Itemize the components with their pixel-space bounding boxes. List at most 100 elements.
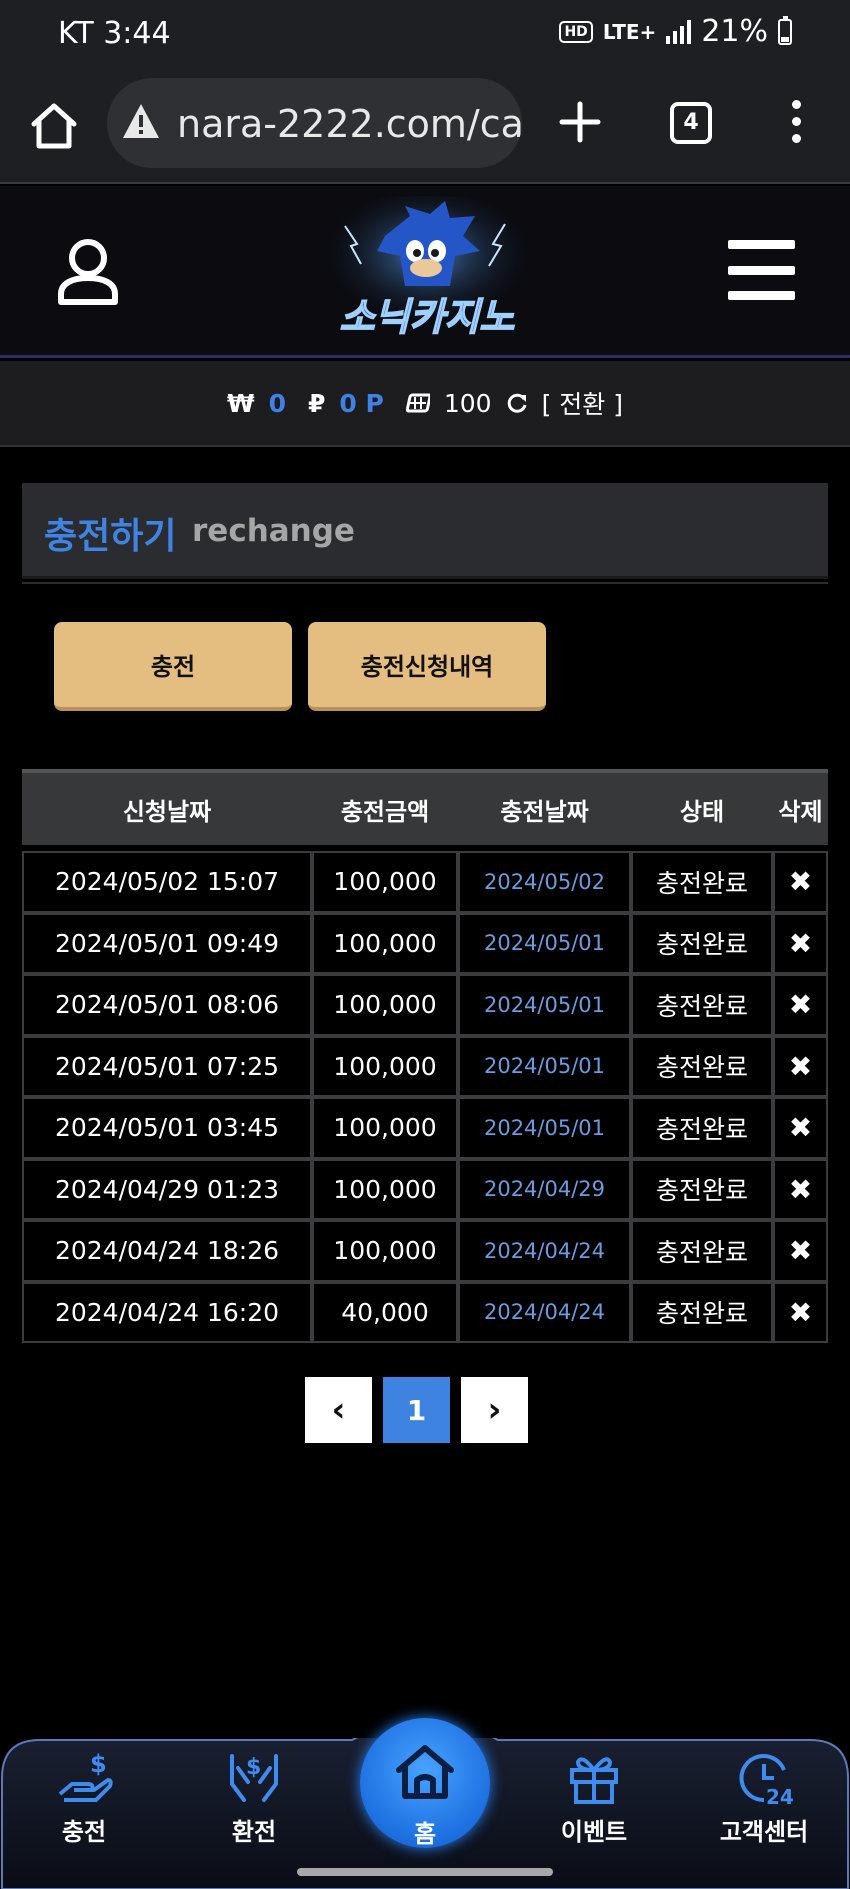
logo-text: 소닉카지노 [340,295,515,339]
amount-cell: 100,000 [312,1220,458,1282]
charge-date-cell[interactable]: 2024/05/01 [458,912,631,974]
request-date-cell-text: 2024/04/24 16:20 [54,1297,280,1327]
charge-date-cell-text[interactable]: 2024/04/24 [484,1239,605,1263]
status-cell: 충전완료 [631,1097,773,1159]
request-date-cell-text: 2024/04/24 18:26 [54,1236,280,1266]
switch-button[interactable]: [ 전환 ] [542,385,623,421]
deposit-hand-icon: $ [58,1750,113,1802]
chip-balance: 100 [443,388,492,418]
warning-icon[interactable] [121,102,161,140]
user-icon[interactable] [56,236,120,306]
battery-icon [778,15,792,45]
delete-icon-text[interactable]: ✖ [789,988,812,1021]
delete-icon[interactable]: ✖ [773,1035,828,1097]
status-cell-text: 충전완료 [655,868,748,898]
status-cell-text: 충전완료 [655,1114,748,1144]
next-page-button[interactable]: › [461,1377,528,1443]
status-cell: 충전완료 [631,912,773,974]
delete-icon[interactable]: ✖ [773,851,828,913]
request-date-cell-text: 2024/05/01 07:25 [54,1051,280,1081]
charge-date-cell[interactable]: 2024/05/01 [458,974,631,1036]
prev-page-button[interactable]: ‹ [305,1377,372,1443]
delete-icon[interactable]: ✖ [773,912,828,974]
home-icon[interactable] [28,100,80,152]
refresh-icon[interactable] [506,392,528,414]
amount-cell: 100,000 [312,1097,458,1159]
delete-icon-text[interactable]: ✖ [789,1173,812,1206]
delete-icon[interactable]: ✖ [773,1158,828,1220]
delete-icon-text[interactable]: ✖ [789,1296,812,1329]
delete-icon-text[interactable]: ✖ [789,927,812,960]
amount-cell: 100,000 [312,1035,458,1097]
col-status: 상태 [679,797,725,826]
status-cell-text: 충전완료 [655,1176,748,1206]
charge-date-cell[interactable]: 2024/05/01 [458,1035,631,1097]
svg-text:$: $ [246,1755,261,1780]
nav-deposit[interactable]: $ 충전 [24,1748,144,1847]
charge-date-cell-text[interactable]: 2024/05/01 [484,931,605,955]
gift-icon [570,1757,618,1804]
table-row: 2024/04/24 16:20 40,000 2024/04/24 충전완료 ✖ [22,1281,828,1343]
nav-home[interactable]: 홈 [360,1718,490,1848]
address-bar[interactable]: nara-2222.com/ca [107,78,522,168]
point-icon: ₽ [308,388,326,418]
balance-bar: ₩ 0 ₽ 0 P 100 [ 전환 ] [0,361,850,447]
request-date-cell-text: 2024/05/01 03:45 [54,1113,280,1143]
request-date-cell: 2024/04/24 16:20 [22,1281,312,1343]
charge-date-cell[interactable]: 2024/04/29 [458,1158,631,1220]
charge-date-cell-text[interactable]: 2024/05/01 [484,1054,605,1078]
delete-icon[interactable]: ✖ [773,1281,828,1343]
amount-cell: 100,000 [312,851,458,913]
request-date-cell: 2024/05/01 03:45 [22,1097,312,1159]
charge-date-cell-text[interactable]: 2024/04/24 [484,1300,605,1324]
nav-support[interactable]: 24 고객센터 [704,1748,824,1847]
more-options-icon[interactable] [786,100,806,146]
deposit-history-tab-button[interactable]: 충전신청내역 [308,622,546,711]
charge-date-cell[interactable]: 2024/05/02 [458,851,631,913]
request-date-cell-text: 2024/04/29 01:23 [54,1174,280,1204]
request-date-cell: 2024/05/01 07:25 [22,1035,312,1097]
request-date-cell: 2024/04/24 18:26 [22,1220,312,1282]
delete-icon-text[interactable]: ✖ [789,1111,812,1144]
request-date-cell: 2024/04/29 01:23 [22,1158,312,1220]
status-cell: 충전완료 [631,974,773,1036]
support-24h-icon: 24 [739,1754,794,1806]
amount-cell: 40,000 [312,1281,458,1343]
charge-date-cell-text[interactable]: 2024/05/02 [484,870,605,894]
charge-date-cell[interactable]: 2024/04/24 [458,1281,631,1343]
request-date-cell-text: 2024/05/01 09:49 [54,928,280,958]
charge-date-cell-text[interactable]: 2024/05/01 [484,993,605,1017]
hamburger-menu-icon[interactable] [728,240,795,300]
nav-withdraw-label: 환전 [231,1818,277,1846]
delete-icon[interactable]: ✖ [773,1220,828,1282]
amount-cell: 100,000 [312,1158,458,1220]
site-logo[interactable]: 소닉카지노 [315,196,540,346]
tab-switcher-button[interactable]: 4 [670,102,712,144]
delete-icon[interactable]: ✖ [773,974,828,1036]
section-header: 충전하기 rechange [22,483,828,579]
pagination: ‹ 1 › [305,1377,528,1443]
status-cell-text: 충전완료 [655,1299,748,1329]
status-icons: HD LTE+ 21% [559,14,792,49]
status-cell: 충전완료 [631,1035,773,1097]
request-date-cell: 2024/05/01 09:49 [22,912,312,974]
deposit-tab-button[interactable]: 충전 [54,622,292,711]
delete-icon-text[interactable]: ✖ [789,865,812,898]
charge-date-cell-text[interactable]: 2024/05/01 [484,1116,605,1140]
charge-date-cell-text[interactable]: 2024/04/29 [484,1177,605,1201]
new-tab-icon[interactable] [558,100,602,144]
delete-icon-text[interactable]: ✖ [789,1234,812,1267]
status-cell: 충전완료 [631,1220,773,1282]
nav-withdraw[interactable]: $ 환전 [194,1748,314,1847]
status-cell-text: 충전완료 [655,1053,748,1083]
nav-event[interactable]: 이벤트 [534,1748,654,1847]
page-1-button[interactable]: 1 [383,1377,450,1443]
url-text[interactable]: nara-2222.com/ca [177,102,522,146]
charge-date-cell[interactable]: 2024/04/24 [458,1220,631,1282]
status-cell: 충전완료 [631,1158,773,1220]
nav-deposit-label: 충전 [61,1818,107,1846]
delete-icon-text[interactable]: ✖ [789,1050,812,1083]
charge-date-cell[interactable]: 2024/05/01 [458,1097,631,1159]
won-icon: ₩ [227,388,255,418]
delete-icon[interactable]: ✖ [773,1097,828,1159]
